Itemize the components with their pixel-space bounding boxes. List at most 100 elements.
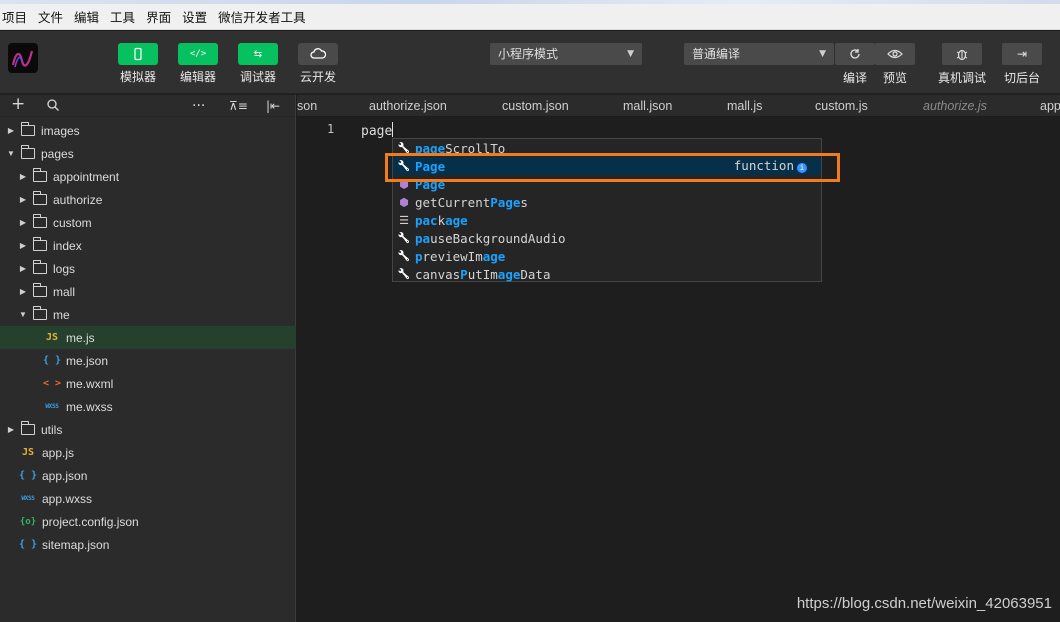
tree-folder[interactable]: ▶ mall — [0, 280, 296, 303]
eye-icon — [887, 49, 903, 59]
tree-item-label: sitemap.json — [42, 537, 110, 552]
more-icon[interactable]: ··· — [192, 98, 205, 114]
menu-devtools[interactable]: 微信开发者工具 — [218, 7, 311, 26]
tab-mall-json[interactable]: mall.json — [623, 95, 672, 116]
tab-authorize-js[interactable]: authorize.js — [923, 95, 987, 116]
tree-file[interactable]: JS app.js — [0, 441, 296, 464]
tree-folder[interactable]: ▶ custom — [0, 211, 296, 234]
menu-project[interactable]: 项目 — [2, 7, 32, 26]
compile-label: 编译 — [842, 71, 867, 85]
match-highlight: Page — [490, 194, 521, 210]
suggestion-item[interactable]: 🔧 previewImage — [393, 247, 821, 265]
debugger-button[interactable]: ⇆ 调试器 — [238, 43, 278, 85]
tree-file[interactable]: WXSS app.wxss — [0, 487, 296, 510]
tree-folder[interactable]: ▶ appointment — [0, 165, 296, 188]
tree-item-label: custom — [53, 215, 92, 230]
chevron-right-icon[interactable]: ▶ — [18, 218, 28, 227]
tree-folder[interactable]: ▶ authorize — [0, 188, 296, 211]
pin-panel-icon[interactable]: |⇤ — [266, 98, 280, 114]
tree-item-label: images — [41, 123, 80, 138]
chevron-right-icon[interactable]: ▶ — [18, 287, 28, 296]
chevron-right-icon[interactable]: ▶ — [18, 264, 28, 273]
tab-custom-js[interactable]: custom.js — [815, 95, 868, 116]
compile-icon-box[interactable] — [835, 43, 875, 65]
cloud-button[interactable]: 云开发 — [298, 43, 338, 85]
real-device-debug-button[interactable]: 真机调试 — [938, 43, 986, 86]
suggestion-item[interactable]: 🔧 canvasPutImageData — [393, 265, 821, 283]
tree-file[interactable]: { } me.json — [0, 349, 296, 372]
menu-settings[interactable]: 设置 — [182, 7, 212, 26]
background-button[interactable]: ⇥ 切后台 — [1002, 43, 1042, 86]
cloud-icon — [310, 48, 326, 59]
tree-file[interactable]: {o} project.config.json — [0, 510, 296, 533]
tree-file[interactable]: JS me.js — [0, 326, 296, 349]
search-icon[interactable] — [46, 98, 60, 116]
chevron-right-icon[interactable]: ▶ — [18, 172, 28, 181]
menu-edit[interactable]: 编辑 — [74, 7, 104, 26]
preview-button[interactable]: 预览 — [875, 43, 915, 86]
collapse-all-icon[interactable]: ⊼≡ — [229, 98, 248, 114]
tree-folder[interactable]: ▶ index — [0, 234, 296, 257]
suggestion-item[interactable]: ⬢ getCurrentPages — [393, 193, 821, 211]
tree-folder[interactable]: ▶ utils — [0, 418, 296, 441]
chevron-right-icon[interactable]: ▶ — [18, 195, 28, 204]
real-debug-icon-box[interactable] — [942, 43, 982, 65]
debugger-toggle[interactable]: ⇆ — [238, 43, 278, 65]
watermark: https://blog.csdn.net/weixin_42063951 — [796, 595, 1052, 612]
suggestion-item[interactable]: 🔧 pauseBackgroundAudio — [393, 229, 821, 247]
app-logo[interactable] — [8, 43, 38, 73]
match-highlight: pa — [415, 230, 431, 246]
mode-select-value: 小程序模式 — [498, 47, 559, 61]
tree-file[interactable]: { } app.json — [0, 464, 296, 487]
tree-file[interactable]: { } sitemap.json — [0, 533, 296, 556]
tree-item-label: me.wxss — [66, 399, 113, 414]
menu-interface[interactable]: 界面 — [146, 7, 176, 26]
tree-folder[interactable]: ▶ images — [0, 119, 296, 142]
simulator-button[interactable]: 模拟器 — [118, 43, 158, 85]
tree-folder[interactable]: ▼ pages — [0, 142, 296, 165]
chevron-down-icon[interactable]: ▼ — [18, 310, 28, 319]
cloud-label: 云开发 — [299, 70, 336, 84]
tab-custom-json[interactable]: custom.json — [502, 95, 569, 116]
chevron-down-icon[interactable]: ▼ — [6, 149, 16, 158]
wrench-icon: 🔧 — [397, 250, 411, 262]
toolbar: 模拟器 </> 编辑器 ⇆ 调试器 云开发 小程序模式 ▼ 普通编译 ▼ 编译 … — [0, 31, 1060, 94]
folder-icon — [32, 237, 47, 251]
menu-file[interactable]: 文件 — [38, 7, 68, 26]
editor-toggle[interactable]: </> — [178, 43, 218, 65]
editor-button[interactable]: </> 编辑器 — [178, 43, 218, 85]
cloud-toggle[interactable] — [298, 43, 338, 65]
tree-folder[interactable]: ▶ logs — [0, 257, 296, 280]
compile-button[interactable]: 编译 — [835, 43, 875, 86]
compile-mode-select[interactable]: 普通编译 ▼ — [684, 43, 834, 65]
background-icon-box[interactable]: ⇥ — [1002, 43, 1042, 65]
tree-file[interactable]: WXSS me.wxss — [0, 395, 296, 418]
tree-file[interactable]: < > me.wxml — [0, 372, 296, 395]
tab-authorize-json[interactable]: authorize.json — [369, 95, 447, 116]
simulator-toggle[interactable] — [118, 43, 158, 65]
suggestion-item[interactable]: ☰ package — [393, 211, 821, 229]
tab-mall-js[interactable]: mall.js — [727, 95, 762, 116]
mode-select[interactable]: 小程序模式 ▼ — [490, 43, 642, 65]
chevron-right-icon[interactable]: ▶ — [6, 425, 16, 434]
tree-item-label: app.json — [42, 468, 88, 483]
chevron-right-icon[interactable]: ▶ — [6, 126, 16, 135]
code-line[interactable]: page — [361, 122, 394, 139]
menu-tools[interactable]: 工具 — [110, 7, 140, 26]
preview-icon-box[interactable] — [875, 43, 915, 65]
suggestion-fragment: Data — [520, 266, 551, 282]
chevron-right-icon[interactable]: ▶ — [18, 241, 28, 250]
suggestion-text: package — [415, 213, 468, 228]
tab-app[interactable]: app — [1040, 95, 1060, 116]
match-highlight: age — [497, 266, 521, 282]
folder-icon — [32, 191, 47, 205]
code-text: page — [361, 124, 393, 139]
folder-icon — [32, 168, 47, 182]
json-file-icon: { } — [42, 355, 62, 366]
tree-folder[interactable]: ▼ me — [0, 303, 296, 326]
tree-item-label: pages — [41, 146, 74, 161]
tree-item-label: app.js — [42, 445, 75, 460]
tab-json[interactable]: son — [297, 95, 317, 116]
js-file-icon: JS — [21, 447, 35, 458]
add-icon[interactable]: + — [11, 96, 25, 113]
